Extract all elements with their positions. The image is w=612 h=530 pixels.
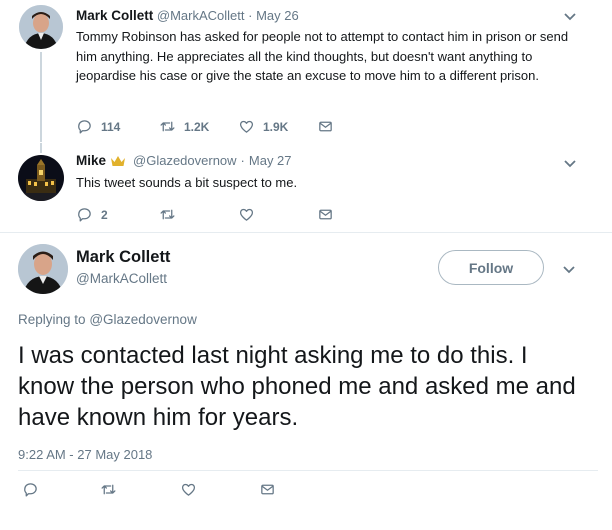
tweet-1-retweet-button[interactable]: 1.2K [159,118,209,135]
envelope-icon [319,209,332,220]
tweet-1-date[interactable]: May 26 [256,8,299,23]
tweet-2-retweet-button[interactable] [159,206,176,223]
tweet-2-text: This tweet sounds a bit suspect to me. [76,175,298,190]
main-handle[interactable]: @MarkACollett [76,271,167,286]
tweet-1-dm-button[interactable] [317,118,334,135]
main-divider [18,470,598,471]
tweet-1-header: Mark Collett @MarkACollett · May 26 [76,8,299,23]
tweet-1-more-button[interactable] [563,9,577,27]
tweet-2-header: Mike @Glazedovernow · May 27 [76,153,292,168]
tweet-1-reply-count: 114 [101,119,121,134]
chevron-down-icon [564,160,576,168]
crown-emoji-icon [111,155,126,166]
main-tweet-text: I was contacted last night asking me to … [18,342,576,431]
avatar-mike[interactable] [18,155,64,201]
tweet-2-author[interactable]: Mike [76,153,106,168]
thread-line-top [40,143,42,153]
tweet-2-like-button[interactable] [238,206,255,223]
tweet-1-author[interactable]: Mark Collett [76,8,153,23]
replying-to-label: Replying to [18,312,86,327]
tweet-1-separator: · [248,8,253,23]
retweet-icon [160,121,175,132]
tweet-2-handle[interactable]: @Glazedovernow [133,153,237,168]
tweet-1-like-count: 1.9K [263,119,289,134]
envelope-icon [319,121,332,132]
tweet-2-reply-count: 2 [101,207,108,222]
tweet-2-reply-button[interactable]: 2 [76,206,108,223]
thread-divider [0,232,612,233]
replying-to-handle[interactable]: @Glazedovernow [89,312,197,327]
avatar-mark-collett-main[interactable] [18,244,68,294]
heart-icon [181,483,196,496]
retweet-icon [101,484,116,495]
tweet-2-dm-button[interactable] [317,206,334,223]
chevron-down-icon [563,266,575,274]
follow-button[interactable]: Follow [438,250,544,285]
main-dm-button[interactable] [259,481,276,498]
envelope-icon [261,484,274,495]
replying-to: Replying to @Glazedovernow [18,312,197,327]
tweet-1-like-button[interactable]: 1.9K [238,118,288,135]
thread-line [40,52,42,142]
main-reply-button[interactable] [22,481,39,498]
main-timestamp[interactable]: 9:22 AM - 27 May 2018 [18,447,152,462]
main-author[interactable]: Mark Collett [76,248,170,267]
tweet-1-retweet-count: 1.2K [184,119,210,134]
heart-icon [239,120,254,133]
reply-icon [24,483,37,497]
tweet-1-handle[interactable]: @MarkACollett [157,8,245,23]
tweet-2-date[interactable]: May 27 [249,153,292,168]
tweet-2-more-button[interactable] [563,156,577,174]
chevron-down-icon [564,13,576,21]
main-more-button[interactable] [562,262,576,280]
heart-icon [239,208,254,221]
tweet-1-reply-button[interactable]: 114 [76,118,120,135]
tweet-1-text: Tommy Robinson has asked for people not … [76,29,569,83]
avatar-mark-collett[interactable] [19,5,63,49]
reply-icon [78,208,91,222]
main-retweet-button[interactable] [100,481,117,498]
main-like-button[interactable] [180,481,197,498]
tweet-2-separator: · [240,153,245,168]
retweet-icon [160,209,175,220]
reply-icon [78,120,91,134]
